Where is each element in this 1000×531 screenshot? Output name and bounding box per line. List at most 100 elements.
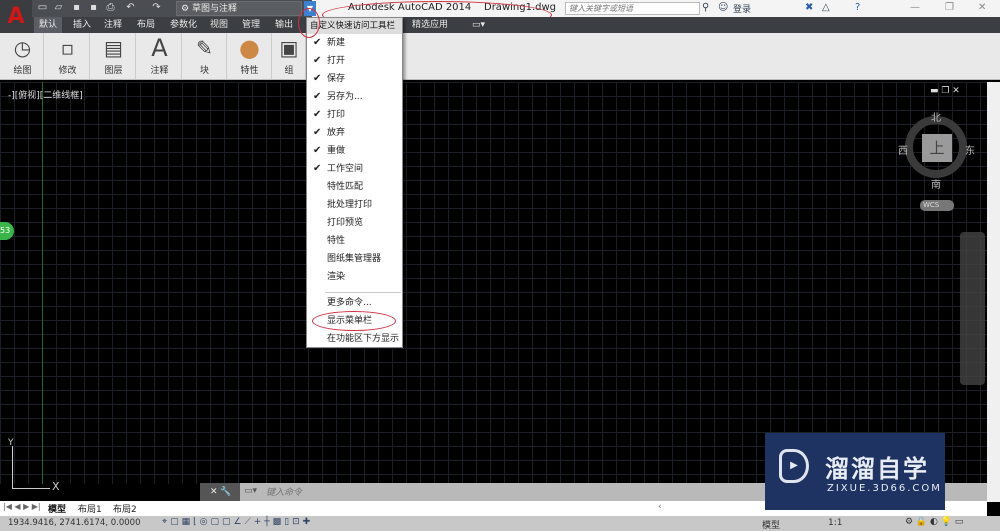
vertical-scrollbar[interactable] (987, 82, 1000, 502)
tab-layout[interactable]: 布局 (132, 17, 160, 33)
menu-item[interactable]: ✔ 保存 (307, 70, 402, 88)
menu-item[interactable]: ✔ 打开 (307, 52, 402, 70)
color-wheel-icon: ● (239, 34, 260, 62)
status-bar: 1934.9416, 2741.6174, 0.0000 ⌖▢▦⌊◎▢▢∠⟋+┼… (0, 516, 1000, 531)
application-menu-button[interactable]: A (0, 0, 32, 33)
viewport-controls[interactable]: -][俯视][二维线框] (8, 88, 83, 101)
tab-parametric[interactable]: 参数化 (165, 17, 202, 33)
save-icon[interactable]: ▪ (70, 2, 83, 14)
tab-layout1[interactable]: 布局1 (78, 502, 102, 515)
panel-label: 组 (284, 66, 294, 76)
wcs-menu[interactable]: WCS (920, 200, 954, 211)
menu-item-label: 放弃 (327, 128, 346, 138)
workspace-label: 草图与注释 (191, 4, 237, 14)
menu-item[interactable]: ✔ 另存为... (307, 88, 402, 106)
menu-item[interactable]: 渲染 (307, 268, 402, 286)
minimize-button[interactable]: — (910, 2, 920, 13)
compass-east[interactable]: 东 (965, 142, 975, 157)
check-icon: ✔ (313, 127, 322, 138)
menu-item[interactable]: ✔ 工作空间 (307, 160, 402, 178)
menu-item[interactable]: 批处理打印 (307, 196, 402, 214)
compass-north[interactable]: 北 (931, 109, 941, 124)
menu-item-label: 新建 (327, 38, 346, 48)
compass-west[interactable]: 西 (898, 142, 908, 157)
panel-properties[interactable]: ● 特性 (228, 33, 272, 79)
a360-icon[interactable]: △ (822, 2, 830, 13)
save-as-icon[interactable]: ▪ (87, 2, 100, 14)
menu-item-label: 打印预览 (327, 218, 364, 228)
menu-item[interactable]: ✔ 放弃 (307, 124, 402, 142)
group-icon: ▣ (279, 36, 299, 60)
menu-item[interactable]: ✔ 新建 (307, 34, 402, 52)
command-prompt-icon[interactable]: ▭▾ (244, 486, 257, 496)
panel-block[interactable]: ✎ 块 (183, 33, 227, 79)
menu-header: 自定义快速访问工具栏 (307, 18, 402, 34)
navigation-bar[interactable] (960, 232, 985, 385)
menu-separator (325, 292, 401, 293)
tab-manage[interactable]: 管理 (237, 17, 265, 33)
help-icon[interactable]: ? (855, 2, 860, 13)
tab-layout2[interactable]: 布局2 (113, 502, 137, 515)
menu-item[interactable]: 打印预览 (307, 214, 402, 232)
panel-layers[interactable]: ▤ 图层 (92, 33, 136, 79)
coordinates-readout[interactable]: 1934.9416, 2741.6174, 0.0000 (8, 518, 140, 528)
viewport-window-controls[interactable]: ▬ ❐ ✕ (930, 86, 960, 96)
annotation-scale[interactable]: 1:1 (828, 518, 842, 528)
panel-draw[interactable]: ◷ 绘图 (2, 33, 44, 79)
panel-annotation[interactable]: A 注释 (138, 33, 182, 79)
menu-item-show-below-ribbon[interactable]: 在功能区下方显示 (307, 330, 402, 348)
menu-item[interactable]: ✔ 重做 (307, 142, 402, 160)
panel-label: 注释 (150, 66, 169, 76)
ucs-x-axis (12, 488, 50, 489)
watermark-url: ZIXUE.3D66.COM (827, 483, 942, 494)
compass-south[interactable]: 南 (931, 176, 941, 191)
user-icon[interactable]: ☺ (718, 2, 728, 13)
menu-item[interactable]: 特性匹配 (307, 178, 402, 196)
new-icon[interactable]: ▭ (36, 2, 49, 14)
menu-item[interactable]: ✔ 打印 (307, 106, 402, 124)
panel-modify[interactable]: ▫ 修改 (46, 33, 90, 79)
qat-customize-menu: 自定义快速访问工具栏 ✔ 新建 ✔ 打开 ✔ 保存 ✔ 另存为... ✔ 打印 ✔ 放弃 ✔ 重做 ✔ 工作空… (306, 17, 403, 348)
exchange-icon[interactable]: ✖ (805, 2, 813, 13)
ucs-icon (12, 446, 13, 488)
search-input[interactable] (565, 2, 700, 15)
model-space-button[interactable]: 模型 (762, 518, 780, 531)
tab-more-icon[interactable]: ▭▾ (467, 17, 490, 33)
menu-item-more-commands[interactable]: 更多命令... (307, 294, 402, 312)
menu-item-label: 打印 (327, 110, 346, 120)
open-icon[interactable]: ▱ (52, 2, 65, 14)
workspace-gear-icon[interactable]: ⚙ 🔒 ◐ 💡 ▭ (905, 517, 963, 527)
tab-home[interactable]: 默认 (34, 17, 63, 33)
maximize-button[interactable]: ❐ (945, 2, 954, 13)
check-icon: ✔ (313, 73, 322, 84)
tab-model[interactable]: 模型 (48, 502, 66, 515)
tab-featured-apps[interactable]: 精选应用 (407, 17, 453, 33)
tab-output[interactable]: 输出 (270, 17, 298, 33)
command-close-icon[interactable]: ✕ 🔧 (200, 483, 240, 501)
panel-label: 特性 (240, 66, 259, 76)
sign-in-button[interactable]: 登录 (733, 2, 751, 15)
close-button[interactable]: ✕ (978, 2, 986, 13)
panel-label: 块 (199, 66, 209, 76)
viewcube-face-top[interactable]: 上 (922, 134, 952, 162)
tab-annotate[interactable]: 注释 (99, 17, 127, 33)
menu-item-label: 图纸集管理器 (327, 254, 382, 264)
drafting-toggles[interactable]: ⌖▢▦⌊◎▢▢∠⟋+┼▩▯⊡✚ (162, 517, 313, 527)
print-icon[interactable]: ⎙ (104, 2, 117, 14)
panel-groups[interactable]: ▣ 组 (273, 33, 306, 79)
menu-item[interactable]: 图纸集管理器 (307, 250, 402, 268)
modify-icon: ▫ (60, 36, 75, 60)
drawing-canvas[interactable] (0, 82, 987, 484)
tab-nav-arrows[interactable]: |◀ ◀ ▶ ▶| (3, 502, 41, 511)
undo-icon[interactable]: ↶ (124, 2, 137, 14)
tab-view[interactable]: 视图 (205, 17, 233, 33)
workspace-dropdown[interactable]: ⚙ 草图与注释 (176, 1, 302, 16)
binoculars-icon[interactable]: ⚲ (702, 2, 709, 13)
menu-item[interactable]: 特性 (307, 232, 402, 250)
tab-insert[interactable]: 插入 (68, 17, 96, 33)
menu-item-label: 另存为... (327, 92, 363, 102)
menu-item-label: 特性匹配 (327, 182, 364, 192)
panel-label: 图层 (104, 66, 123, 76)
horizontal-scroll-left[interactable]: ‹ (658, 502, 662, 512)
redo-icon[interactable]: ↷ (150, 2, 163, 14)
